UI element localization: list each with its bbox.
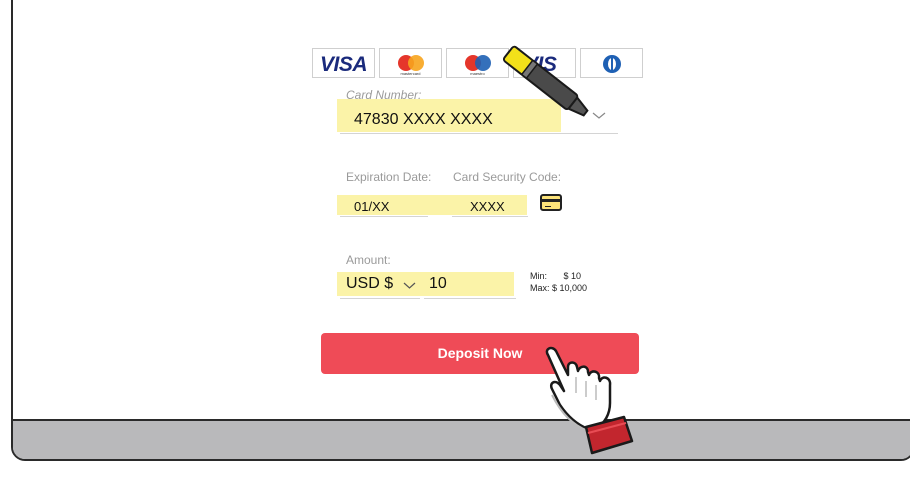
maestro-caption: maestro <box>470 71 485 76</box>
amount-field[interactable]: 10 <box>429 275 447 293</box>
mastercard-orange-circle <box>408 55 424 71</box>
pointing-hand-icon <box>545 346 634 455</box>
card-number-field[interactable]: 47830 XXXX XXXX <box>354 111 493 129</box>
device-bezel-bottom <box>13 419 910 459</box>
mastercard-caption: mastercard <box>400 71 421 76</box>
amount-label: Amount: <box>346 253 391 267</box>
amount-underline <box>424 298 516 299</box>
amount-min: Min: $ 10 <box>530 271 581 282</box>
expiration-underline <box>340 216 428 217</box>
amount-max: Max: $ 10,000 <box>530 283 588 293</box>
currency-select[interactable]: USD $ <box>346 275 393 293</box>
amount-min-value: $ 10 <box>563 271 582 281</box>
maestro-blue-circle <box>475 55 491 71</box>
card-number-underline <box>340 133 618 134</box>
highlighter-pen-icon <box>502 45 589 117</box>
security-code-underline <box>452 216 528 217</box>
expiration-field[interactable]: 01/XX <box>354 199 389 214</box>
currency-underline <box>340 298 420 299</box>
visa-logo[interactable]: VISA <box>312 48 375 78</box>
security-code-field[interactable]: XXXX <box>470 199 505 214</box>
amount-min-label: Min: <box>530 271 548 281</box>
currency-chevron-down-icon[interactable] <box>403 282 416 290</box>
mastercard-logo[interactable]: mastercard <box>379 48 442 78</box>
security-code-label: Card Security Code: <box>453 170 562 184</box>
visa-wordmark: VISA <box>319 53 368 76</box>
expiration-label: Expiration Date: <box>346 170 432 184</box>
credit-card-icon <box>540 194 562 211</box>
